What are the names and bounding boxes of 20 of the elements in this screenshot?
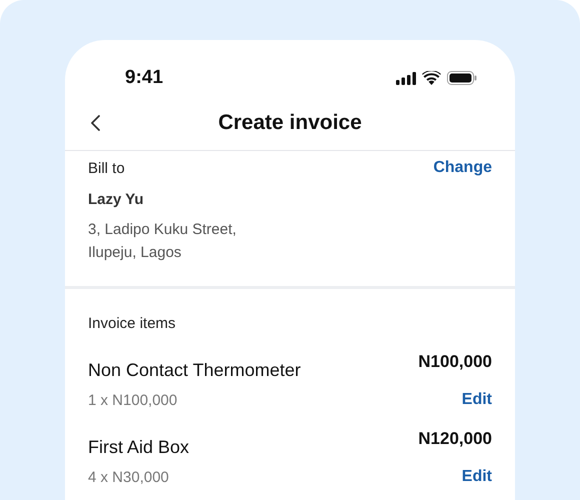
wifi-icon bbox=[422, 71, 441, 85]
item-name: First Aid Box bbox=[88, 437, 190, 458]
edit-link[interactable]: Edit bbox=[462, 391, 492, 409]
item-amount: N100,000 bbox=[418, 352, 492, 372]
item-name: Non Contact Thermometer bbox=[88, 360, 301, 381]
edit-link[interactable]: Edit bbox=[462, 468, 492, 486]
address-line: Ilupeju, Lagos bbox=[88, 243, 182, 263]
section-label: Invoice items bbox=[88, 315, 177, 332]
status-time: 9:41 bbox=[125, 67, 164, 89]
signal-icon bbox=[396, 72, 416, 84]
change-link[interactable]: Change bbox=[433, 159, 492, 177]
item-quantity: 1 x N100,000 bbox=[88, 392, 178, 409]
item-quantity: 4 x N30,000 bbox=[88, 469, 169, 486]
battery-icon bbox=[447, 71, 477, 85]
address-line: 3, Ladipo Kuku Street, bbox=[88, 220, 238, 240]
customer-name: Lazy Yu bbox=[88, 191, 145, 208]
page-title: Create invoice bbox=[217, 111, 363, 135]
item-amount: N120,000 bbox=[418, 429, 492, 449]
section-label: Bill to bbox=[88, 160, 125, 176]
back-icon[interactable] bbox=[89, 114, 103, 132]
